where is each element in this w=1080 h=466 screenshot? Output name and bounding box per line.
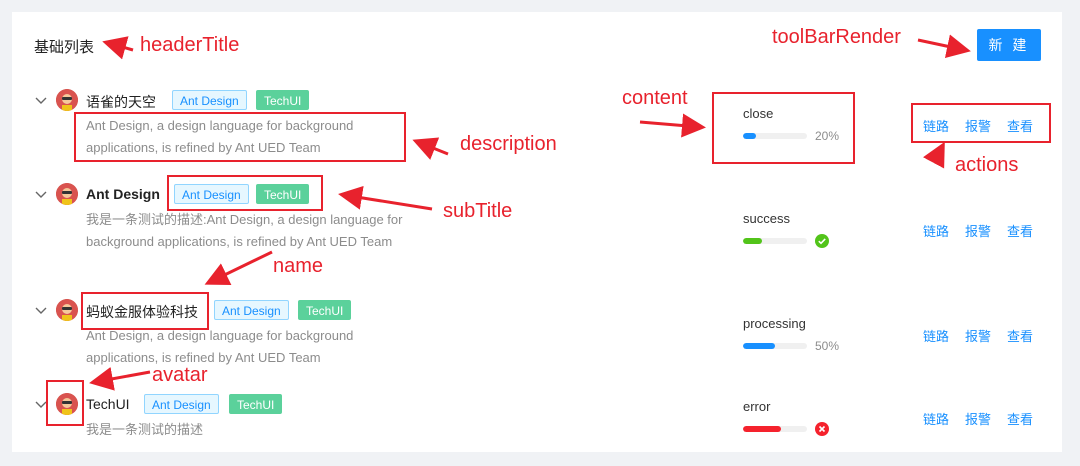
annotation-arrows bbox=[89, 34, 971, 391]
annotation-label-description: description bbox=[460, 133, 557, 155]
annotation-label-name: name bbox=[273, 255, 324, 277]
annotation-label-subtitle: subTitle bbox=[443, 200, 513, 222]
annotation-label-actions: actions bbox=[955, 154, 1019, 176]
annotation-label-toolbarrender: toolBarRender bbox=[772, 26, 901, 48]
annotation-label-avatar: avatar bbox=[152, 364, 208, 386]
annotation-label-content: content bbox=[622, 87, 688, 109]
annotation-label-headertitle: headerTitle bbox=[140, 34, 240, 56]
